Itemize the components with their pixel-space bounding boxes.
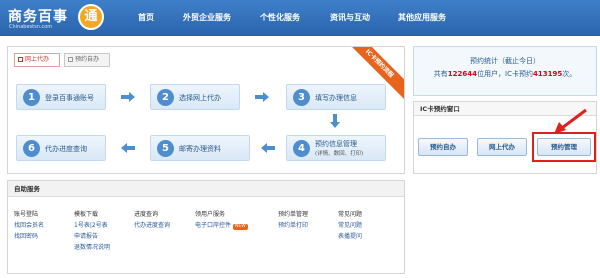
stats-text: 次。 <box>562 70 577 78</box>
tab-label: 预约自办 <box>75 56 100 63</box>
user-count: 122644 <box>447 70 478 78</box>
service-link[interactable]: 1号表|2号表 <box>74 220 110 231</box>
site-logo[interactable]: 商务百事 Chinabestsn.com 通 <box>8 4 108 32</box>
step-label: 填写办理信息 <box>315 94 357 102</box>
service-heading: 模板下载 <box>74 211 99 218</box>
service-link[interactable]: 找回会员名 <box>14 220 44 231</box>
step-number: 4 <box>293 140 310 157</box>
step-number: 3 <box>293 89 310 106</box>
service-link[interactable]: 代办进度查询 <box>134 220 170 231</box>
step-5: 5 邮寄办理资料 <box>150 135 250 161</box>
online-agent-button[interactable]: 网上代办 <box>477 138 527 156</box>
step-label: 选择网上代办 <box>179 94 221 102</box>
service-column: 模板下载 1号表|2号表 申请报告 退数情况说明 <box>74 209 110 253</box>
ic-card-process-panel: 网上代办 预约自办 IC卡预约流程 1 登录百事通账号 2 选择网上代办 3 填… <box>7 46 405 174</box>
service-heading: 预约单管理 <box>278 211 309 218</box>
stats-text: 位用户，IC卡预约 <box>477 70 533 78</box>
tab-icon <box>18 57 23 62</box>
self-service-panel: 自助服务 账号登陆 找回会员名 找回密码 模板下载 1号表|2号表 申请报告 退… <box>7 180 405 274</box>
nav-foreign-trade[interactable]: 外贸企业服务 <box>183 12 231 23</box>
step-label-main: 预约信息管理 <box>315 140 357 148</box>
stats-text: 共有 <box>433 70 448 78</box>
appointment-count: 413195 <box>532 70 563 78</box>
step-number: 2 <box>157 89 174 106</box>
step-label: 代办进度查询 <box>45 145 87 153</box>
service-link[interactable]: 常见问题 <box>338 220 362 231</box>
step-4: 4 预约信息管理 (详情、数回、打印) <box>286 135 386 161</box>
new-badge: NEW <box>233 224 248 230</box>
tab-label: 网上代办 <box>25 56 50 63</box>
service-column: 进度查询 代办进度查询 <box>134 209 170 231</box>
step-label-sub: (详情、数回、打印) <box>315 151 364 157</box>
top-nav-bar: 商务百事 Chinabestsn.com 通 首页 外贸企业服务 个性化服务 资… <box>0 0 600 36</box>
step-label: 预约信息管理 (详情、数回、打印) <box>315 139 363 159</box>
step-label: 登录百事通账号 <box>45 94 94 102</box>
logo-mark-icon: 通 <box>78 4 104 30</box>
nav-personal[interactable]: 个性化服务 <box>260 12 300 23</box>
arrow-right-icon <box>255 92 269 102</box>
service-link[interactable]: 找回密码 <box>14 231 44 242</box>
arrow-left-icon <box>121 143 135 153</box>
step-6: 6 代办进度查询 <box>16 135 106 161</box>
step-number: 5 <box>157 140 174 157</box>
tab-self-appointment[interactable]: 预约自办 <box>64 53 110 67</box>
service-column: 常见问题 常见问题 表播提问 <box>338 209 362 242</box>
service-link[interactable]: 电子口岸控件 NEW <box>195 220 248 231</box>
self-service-title: 自助服务 <box>8 181 404 197</box>
step-number: 6 <box>23 140 40 157</box>
step-1: 1 登录百事通账号 <box>16 84 106 110</box>
nav-home[interactable]: 首页 <box>138 12 154 23</box>
logo-text: 商务百事 <box>8 9 68 25</box>
service-column: 领用户服务 电子口岸控件 NEW <box>195 209 248 231</box>
arrow-left-icon <box>261 143 275 153</box>
service-link-label: 电子口岸控件 <box>195 222 232 229</box>
arrow-down-icon <box>330 114 340 128</box>
step-number: 1 <box>23 89 40 106</box>
logo-subtitle: Chinabestsn.com <box>9 24 53 30</box>
pointer-arrow-icon <box>554 108 587 134</box>
nav-news[interactable]: 资讯与互动 <box>330 12 370 23</box>
tab-online-agent[interactable]: 网上代办 <box>14 53 60 67</box>
arrow-right-icon <box>121 92 135 102</box>
nav-other-services[interactable]: 其他应用服务 <box>398 12 446 23</box>
service-link[interactable]: 申请报告 <box>74 231 110 242</box>
highlight-box <box>532 132 596 162</box>
service-column: 账号登陆 找回会员名 找回密码 <box>14 209 44 242</box>
service-heading: 常见问题 <box>338 211 363 218</box>
service-heading: 领用户服务 <box>195 211 226 218</box>
appointment-stats-panel: 预约统计（截止今日） 共有122644位用户，IC卡预约413195次。 <box>413 46 597 96</box>
step-3: 3 填写办理信息 <box>286 84 386 110</box>
tab-icon <box>68 57 73 62</box>
self-appointment-button[interactable]: 预约自办 <box>418 138 468 156</box>
service-link[interactable]: 表播提问 <box>338 231 362 242</box>
service-column: 预约单管理 预约单打印 <box>278 209 308 231</box>
stats-title: 预约统计（截止今日） <box>470 57 540 65</box>
service-heading: 账号登陆 <box>14 211 39 218</box>
service-heading: 进度查询 <box>134 211 159 218</box>
service-link[interactable]: 预约单打印 <box>278 220 308 231</box>
stats-summary: 共有122644位用户，IC卡预约413195次。 <box>414 69 596 79</box>
service-link[interactable]: 退数情况说明 <box>74 242 110 253</box>
step-label: 邮寄办理资料 <box>179 145 221 153</box>
step-2: 2 选择网上代办 <box>150 84 240 110</box>
